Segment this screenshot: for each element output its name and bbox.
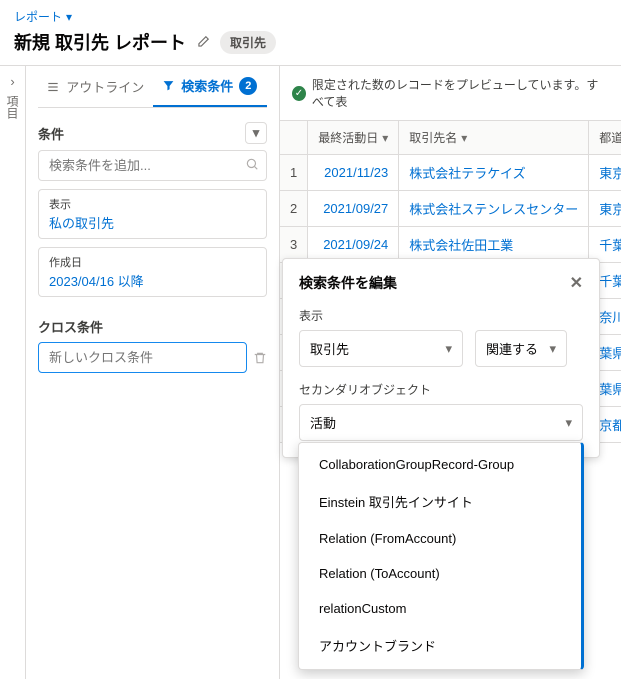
- select-value: 活動: [310, 413, 336, 432]
- rail-label: 項目: [4, 95, 21, 119]
- sort-icon: ▾: [382, 131, 388, 145]
- caret-down-icon: ▾: [66, 10, 72, 24]
- cell-pref: 東京都: [589, 191, 621, 227]
- conditions-heading: 条件: [38, 124, 64, 143]
- filter-card-label: 表示: [49, 196, 256, 212]
- tab-filters[interactable]: 検索条件 2: [153, 66, 268, 107]
- popover-title: 検索条件を編集: [299, 273, 397, 293]
- show-label: 表示: [299, 307, 583, 324]
- col-prefecture[interactable]: 都道府: [589, 121, 621, 155]
- close-icon[interactable]: ✕: [570, 273, 583, 293]
- relation-select[interactable]: 関連する ▾: [475, 330, 567, 367]
- cell-account[interactable]: 株式会社テラケイズ: [399, 155, 589, 191]
- caret-down-icon: ▾: [445, 341, 452, 357]
- object-pill: 取引先: [220, 31, 276, 54]
- page-title: 新規 取引先 レポート: [14, 29, 186, 55]
- filter-card-created[interactable]: 作成日 2023/04/16 以降: [38, 247, 267, 297]
- primary-object-select[interactable]: 取引先 ▾: [299, 330, 463, 367]
- filter-card-show[interactable]: 表示 私の取引先: [38, 189, 267, 239]
- cell-pref: 東京都: [589, 155, 621, 191]
- breadcrumb-label: レポート: [14, 8, 62, 25]
- tab-filters-label: 検索条件: [181, 76, 233, 95]
- filter-icon: [162, 79, 175, 92]
- search-icon: [245, 157, 259, 171]
- select-value: 取引先: [310, 339, 349, 358]
- secondary-object-dropdown: CollaborationGroupRecord-GroupEinstein 取…: [298, 442, 584, 670]
- col-index: [280, 121, 308, 155]
- caret-down-icon: ▾: [253, 125, 260, 141]
- filter-search-input[interactable]: [38, 150, 267, 181]
- cross-filter-input[interactable]: [38, 342, 247, 373]
- dropdown-item[interactable]: CollaborationGroupRecord-Group: [299, 447, 581, 482]
- dropdown-item[interactable]: Relation (ToAccount): [299, 556, 581, 591]
- filter-card-value: 私の取引先: [49, 213, 256, 232]
- edit-filter-popover: 検索条件を編集 ✕ 表示 取引先 ▾ 関連する ▾ セカンダリオブジェクト 活動…: [282, 258, 600, 458]
- check-icon: ✓: [292, 86, 306, 101]
- filter-count-badge: 2: [239, 77, 257, 95]
- banner-text: 限定された数のレコードをプレビューしています。すべて表: [312, 76, 609, 110]
- dropdown-item[interactable]: アカウントブランド: [299, 626, 581, 665]
- filter-card-label: 作成日: [49, 254, 256, 270]
- trash-icon[interactable]: [253, 351, 267, 365]
- preview-banner: ✓ 限定された数のレコードをプレビューしています。すべて表: [280, 66, 621, 121]
- row-index: 1: [280, 155, 308, 191]
- select-value: 関連する: [486, 339, 538, 358]
- col-last-activity[interactable]: 最終活動日▾: [308, 121, 399, 155]
- cell-date: 2021/09/27: [308, 191, 399, 227]
- dropdown-item[interactable]: Einstein 取引先インサイト: [299, 482, 581, 521]
- row-index: 2: [280, 191, 308, 227]
- table-row[interactable]: 22021/09/27株式会社ステンレスセンター東京都: [280, 191, 621, 227]
- conditions-menu-button[interactable]: ▾: [245, 122, 267, 144]
- breadcrumb[interactable]: レポート ▾: [14, 8, 607, 25]
- cross-heading: クロス条件: [38, 317, 103, 336]
- dropdown-item[interactable]: relationCustom: [299, 591, 581, 626]
- secondary-object-select[interactable]: 活動 ▾: [299, 404, 583, 441]
- tab-outline-label: アウトライン: [66, 77, 144, 96]
- chevron-right-icon: ›: [10, 74, 14, 89]
- dropdown-item[interactable]: Relation (FromAccount): [299, 521, 581, 556]
- edit-title-icon[interactable]: [196, 35, 210, 49]
- col-account-name[interactable]: 取引先名▾: [399, 121, 589, 155]
- table-row[interactable]: 12021/11/23株式会社テラケイズ東京都: [280, 155, 621, 191]
- secondary-label: セカンダリオブジェクト: [299, 381, 583, 398]
- fields-rail[interactable]: › 項目: [0, 66, 26, 679]
- outline-icon: [46, 80, 60, 94]
- cell-date: 2021/11/23: [308, 155, 399, 191]
- cell-account[interactable]: 株式会社ステンレスセンター: [399, 191, 589, 227]
- filter-card-value: 2023/04/16 以降: [49, 271, 256, 290]
- tab-outline[interactable]: アウトライン: [38, 66, 153, 107]
- sort-icon: ▾: [461, 131, 467, 145]
- caret-down-icon: ▾: [565, 415, 572, 431]
- caret-down-icon: ▾: [549, 341, 556, 357]
